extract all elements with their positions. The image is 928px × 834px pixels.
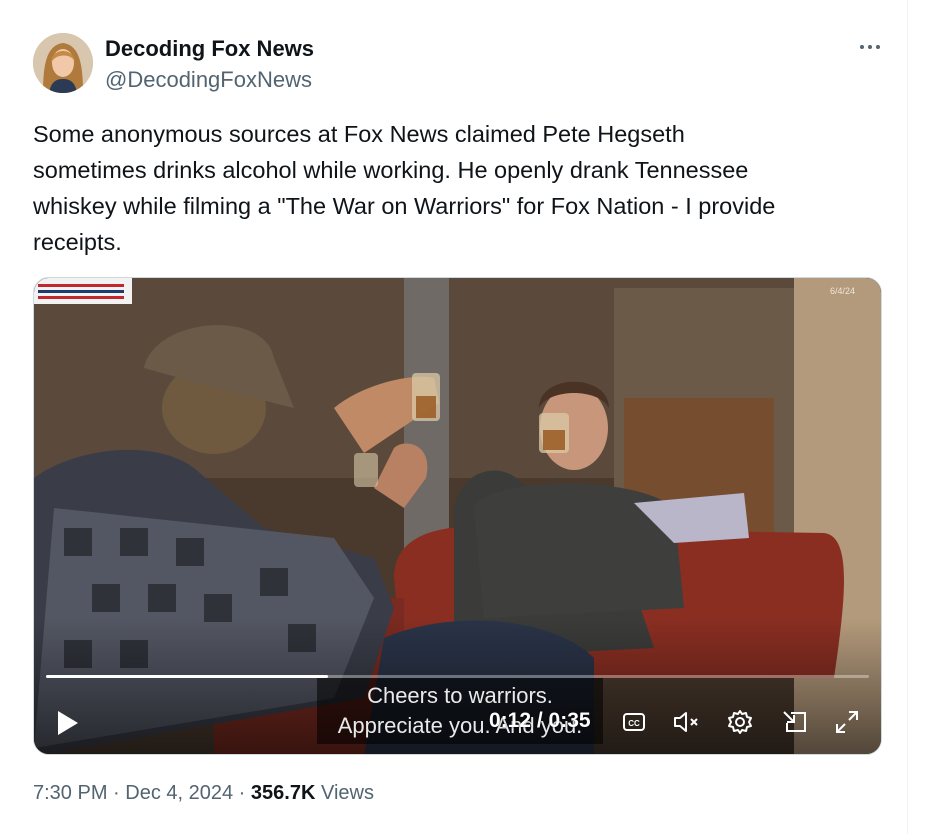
tweet-meta: 7:30 PM · Dec 4, 2024 · 356.7K Views bbox=[33, 782, 374, 805]
picture-in-picture-icon[interactable] bbox=[780, 707, 810, 737]
video-date-stamp: 6/4/24 bbox=[829, 286, 855, 296]
svg-text:CC: CC bbox=[628, 719, 640, 728]
video-player[interactable]: 6/4/24 Cheers to warriors. Appreciate yo… bbox=[33, 277, 882, 755]
caption-line: Cheers to warriors. bbox=[367, 683, 553, 708]
expand-icon[interactable] bbox=[832, 707, 862, 737]
cc-icon[interactable]: CC bbox=[619, 707, 649, 737]
video-elapsed: 0:12 bbox=[489, 709, 532, 732]
tweet-text: Some anonymous sources at Fox News claim… bbox=[33, 116, 873, 260]
gear-icon[interactable] bbox=[725, 707, 755, 737]
play-icon[interactable] bbox=[54, 708, 82, 738]
muted-speaker-icon[interactable] bbox=[672, 707, 702, 737]
tweet-text-line: whiskey while filming a "The War on Warr… bbox=[33, 193, 776, 219]
video-duration: 0:35 bbox=[548, 709, 591, 732]
tweet-text-line: sometimes drinks alcohol while working. … bbox=[33, 157, 749, 183]
views-count: 356.7K bbox=[250, 782, 316, 804]
author-handle[interactable]: @DecodingFoxNews bbox=[105, 67, 312, 93]
tweet-text-line: receipts. bbox=[33, 229, 122, 255]
avatar[interactable] bbox=[33, 33, 93, 93]
tweet-text-line: Some anonymous sources at Fox News claim… bbox=[33, 121, 685, 147]
author-name[interactable]: Decoding Fox News bbox=[105, 36, 314, 62]
tweet-card: Decoding Fox News @DecodingFoxNews Some … bbox=[0, 0, 908, 834]
views-label: Views bbox=[315, 782, 374, 804]
tweet-date[interactable]: Dec 4, 2024 bbox=[125, 782, 233, 804]
more-options-icon[interactable] bbox=[852, 34, 888, 60]
meta-separator: · bbox=[233, 782, 251, 804]
meta-separator: · bbox=[107, 782, 126, 804]
video-time-separator: / bbox=[531, 709, 549, 732]
video-time: 0:12 / 0:35 bbox=[489, 709, 591, 733]
tweet-time[interactable]: 7:30 PM bbox=[33, 782, 107, 804]
video-progress-fill bbox=[46, 675, 329, 678]
